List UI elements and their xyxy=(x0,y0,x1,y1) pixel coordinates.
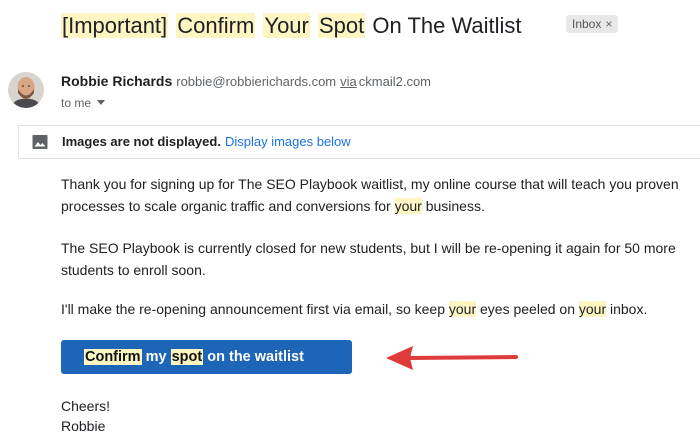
text-segment: eyes peeled on xyxy=(476,301,579,317)
email-view: [Important] Confirm Your Spot On The Wai… xyxy=(0,0,700,442)
images-not-displayed-text: Images are not displayed. xyxy=(62,134,221,149)
via-domain: ckmail2.com xyxy=(358,74,432,89)
highlighted-text: your xyxy=(448,301,477,317)
text-segment: The SEO Playbook is currently closed for… xyxy=(61,240,676,278)
text-segment: On The Waitlist xyxy=(366,13,522,38)
text-segment xyxy=(310,13,318,38)
body-paragraph-2: The SEO Playbook is currently closed for… xyxy=(61,237,691,281)
sender-avatar[interactable] xyxy=(8,72,44,108)
recipient-text: to me xyxy=(61,96,92,110)
highlighted-text: [Important] xyxy=(61,13,169,38)
signoff-line-cheers: Cheers! xyxy=(61,398,111,414)
text-segment: Thank you for signing up for The SEO Pla… xyxy=(61,176,679,214)
highlighted-text: Your xyxy=(263,13,310,38)
text-segment: business. xyxy=(421,198,485,214)
highlighted-text: Confirm xyxy=(176,13,256,38)
highlighted-text: your xyxy=(394,198,422,214)
highlighted-text: spot xyxy=(170,349,204,365)
chevron-down-icon[interactable] xyxy=(97,100,106,105)
image-icon xyxy=(32,135,48,149)
avatar-image xyxy=(8,72,44,108)
sender-name[interactable]: Robbie Richards xyxy=(61,73,172,89)
body-paragraph-1: Thank you for signing up for The SEO Pla… xyxy=(61,173,691,217)
via-link[interactable]: via xyxy=(340,74,357,89)
recipient-details-toggle[interactable]: to me xyxy=(61,96,106,110)
sender-line: Robbie Richards robbie@robbierichards.com… xyxy=(61,73,431,89)
inbox-label-text: Inbox xyxy=(572,17,602,31)
remove-label-icon[interactable]: × xyxy=(605,17,612,31)
body-paragraph-3: I'll make the re-opening announcement fi… xyxy=(61,298,691,320)
email-signoff: Cheers! Robbie xyxy=(61,396,110,436)
inbox-label-chip[interactable]: Inbox × xyxy=(566,15,619,33)
sender-email: robbie@robbierichards.com xyxy=(176,74,337,89)
confirm-spot-button[interactable]: Confirm my spot on the waitlist xyxy=(61,340,352,374)
display-images-link[interactable]: Display images below xyxy=(225,134,351,149)
highlighted-text: Confirm xyxy=(84,349,142,365)
text-segment: my xyxy=(141,349,171,365)
highlighted-text: your xyxy=(578,301,607,317)
text-segment: on the waitlist xyxy=(203,349,304,365)
images-not-displayed-bar: Images are not displayed. Display images … xyxy=(18,125,700,159)
signoff-line-name: Robbie xyxy=(61,418,106,434)
text-segment: I'll make the re-opening announcement fi… xyxy=(61,301,449,317)
images-bar-text: Images are not displayed. Display images … xyxy=(62,134,351,149)
red-arrow-annotation-icon xyxy=(386,346,518,370)
highlighted-text: Spot xyxy=(318,13,366,38)
text-segment: inbox. xyxy=(606,301,648,317)
email-subject: [Important] Confirm Your Spot On The Wai… xyxy=(61,11,523,41)
